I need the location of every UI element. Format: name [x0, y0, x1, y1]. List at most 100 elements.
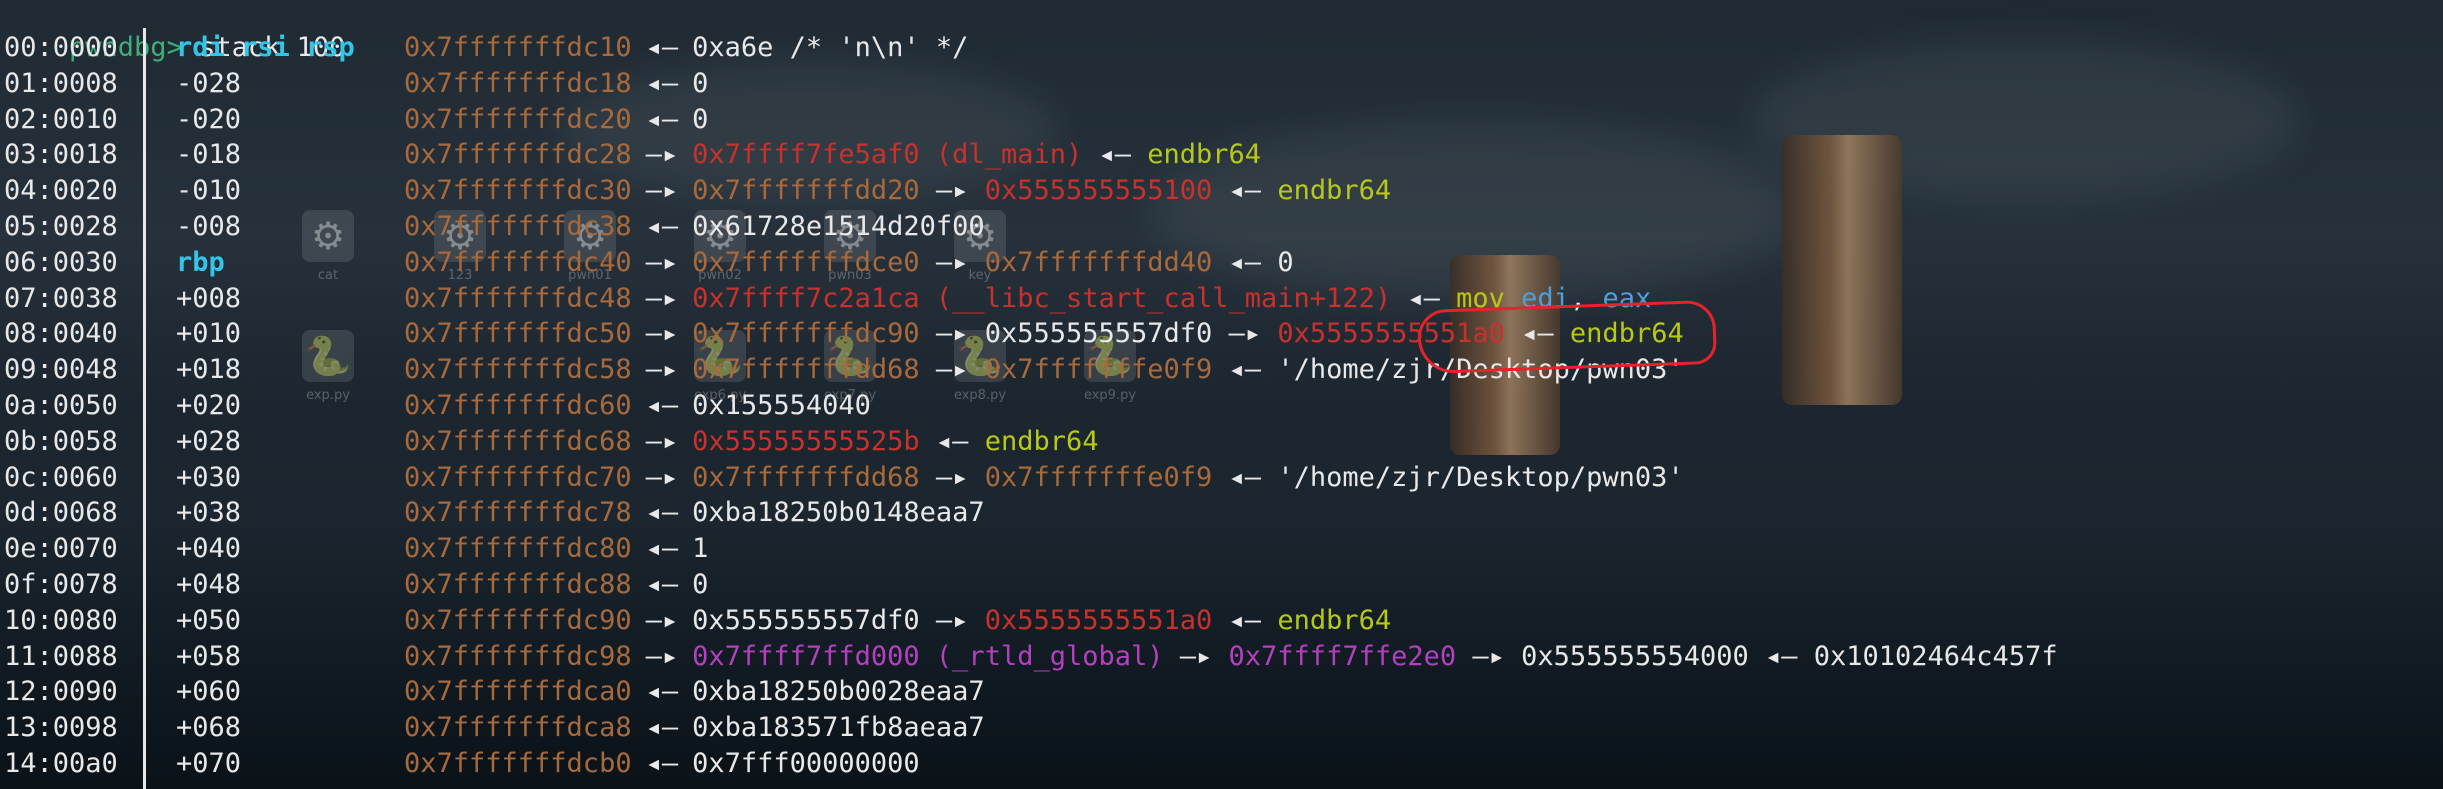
stack-row: 01:0008 -028 0x7fffffffdc18 ◂— 0	[4, 66, 708, 102]
stack-index: 0e:0070	[4, 533, 118, 565]
frame-offset: +070	[176, 748, 242, 779]
stack-index: 01:0008	[4, 67, 118, 99]
stack-value: —▸	[919, 246, 985, 278]
stack-value: 0x7fffffffe0f9	[984, 354, 1213, 386]
stack-value: 0x7fffffffdd68	[692, 354, 920, 386]
frame-offset: +050	[176, 604, 242, 636]
stack-address: 0x7fffffffdca0	[404, 676, 632, 708]
stack-index: 09:0048	[4, 354, 118, 386]
stack-value: 0x7fffffffdd40	[984, 246, 1213, 278]
stack-value: 0x7fffffffdce0	[692, 246, 920, 278]
pointer-arrow: ◂—	[645, 712, 679, 744]
stack-index: 11:0088	[4, 640, 118, 672]
stack-address: 0x7fffffffdc28	[404, 139, 632, 171]
frame-offset: +060	[176, 676, 242, 708]
stack-value: 0x10102464c457f	[1813, 640, 2058, 672]
stack-value: endbr64	[1277, 604, 1392, 636]
stack-index: 13:0098	[4, 712, 118, 744]
stack-value: 0x555555555100	[984, 175, 1213, 207]
stack-index: 08:0040	[4, 318, 118, 350]
stack-index: 03:0018	[4, 139, 118, 171]
stack-row: 07:0038 +008 0x7fffffffdc48 —▸ 0x7ffff7c2a1c…	[4, 281, 1651, 317]
pointer-arrow: ◂—	[645, 32, 679, 63]
pointer-arrow: ◂—	[645, 533, 679, 565]
stack-index: 0b:0058	[4, 425, 118, 457]
stack-row: 0d:0068 +038 0x7fffffffdc78 ◂— 0xba18250b014…	[4, 495, 985, 531]
stack-value: 0	[692, 67, 709, 99]
stack-value: —▸	[919, 604, 985, 636]
register-label: rbp	[176, 246, 225, 278]
frame-offset: +010	[176, 318, 242, 350]
frame-offset: +040	[176, 533, 242, 565]
pointer-arrow: —▸	[645, 604, 679, 636]
stack-row: 0e:0070 +040 0x7fffffffdc80 ◂— 1	[4, 531, 708, 567]
stack-value: —▸	[919, 175, 985, 207]
pointer-arrow: —▸	[645, 246, 679, 278]
stack-address: 0x7fffffffdc50	[404, 318, 632, 350]
stack-value: 0x555555557df0	[692, 604, 920, 636]
frame-offset: +038	[176, 497, 242, 529]
stack-index: 07:0038	[4, 282, 118, 314]
pointer-arrow: ◂—	[645, 390, 679, 421]
stack-row: 00:0000 rdi rsi rsp 0x7fffffffdc10 ◂— 0xa6e …	[4, 30, 968, 66]
stack-value: ◂—	[1212, 246, 1278, 278]
stack-value: 0	[692, 103, 709, 135]
terminal-window[interactable]: pwndbg> stack 100 00:0000 rdi rsi rsp 0x7f…	[0, 0, 2443, 789]
stack-row: 0c:0060 +030 0x7fffffffdc70 —▸ 0x7fffffffdd6…	[4, 460, 1684, 496]
pointer-arrow: —▸	[645, 318, 679, 350]
stack-row: 0b:0058 +028 0x7fffffffdc68 —▸ 0x55555555525…	[4, 424, 1099, 460]
stack-index: 00:0000	[4, 32, 118, 63]
stack-address: 0x7fffffffdc20	[404, 103, 632, 135]
stack-value: —▸	[919, 461, 985, 493]
pointer-arrow: ◂—	[645, 569, 679, 600]
stack-value: —▸	[919, 318, 985, 350]
stack-address: 0x7fffffffdc60	[404, 390, 632, 421]
stack-address: 0x7fffffffdc80	[404, 533, 632, 565]
pointer-arrow: ◂—	[645, 748, 679, 779]
stack-row: 12:0090 +060 0x7fffffffdca0 ◂— 0xba18250b002…	[4, 674, 985, 710]
stack-value: endbr64	[1277, 175, 1392, 207]
stack-address: 0x7fffffffdcb0	[404, 748, 632, 779]
stack-row: 0f:0078 +048 0x7fffffffdc88 ◂— 0	[4, 567, 708, 603]
frame-offset: -010	[176, 175, 242, 207]
stack-value: 0	[1277, 246, 1294, 278]
stack-index: 0f:0078	[4, 569, 118, 600]
pointer-arrow: ◂—	[645, 67, 679, 99]
stack-address: 0x7fffffffdc40	[404, 246, 632, 278]
stack-value: 0x555555554000	[1521, 640, 1749, 672]
stack-address: 0x7fffffffdc58	[404, 354, 632, 386]
stack-value: 0x61728e1514d20f00	[692, 211, 985, 242]
frame-offset: +030	[176, 461, 242, 493]
stack-index: 14:00a0	[4, 748, 118, 779]
stack-value: 0x7ffff7c2a1ca (__libc_start_call_main+1…	[692, 282, 1392, 314]
pointer-arrow: ◂—	[645, 497, 679, 529]
stack-value: —▸	[1456, 640, 1522, 672]
stack-row: 0a:0050 +020 0x7fffffffdc60 ◂— 0x155554040	[4, 388, 871, 424]
stack-value: endbr64	[1147, 139, 1262, 171]
stack-value: ◂—	[919, 425, 985, 457]
stack-value: 0x555555557df0	[984, 318, 1213, 350]
frame-offset: -028	[176, 67, 242, 99]
stack-value: 0xba18250b0148eaa7	[692, 497, 985, 529]
register-label: rdi rsi rsp	[176, 32, 355, 63]
stack-value: '/home/zjr/Desktop/pwn03'	[1277, 461, 1684, 493]
stack-address: 0x7fffffffdca8	[404, 712, 632, 744]
stack-row: 02:0010 -020 0x7fffffffdc20 ◂— 0	[4, 102, 708, 138]
frame-offset: -020	[176, 103, 242, 135]
stack-value: —▸	[919, 354, 985, 386]
red-annotation-circle	[1416, 299, 1718, 375]
stack-value: ◂—	[1212, 354, 1278, 386]
stack-value: 0x7fff00000000	[692, 748, 920, 779]
stack-index: 0a:0050	[4, 390, 118, 421]
stack-row: 04:0020 -010 0x7fffffffdc30 —▸ 0x7fffffffdd2…	[4, 173, 1391, 209]
stack-index: 04:0020	[4, 175, 118, 207]
stack-row: 11:0088 +058 0x7fffffffdc98 —▸ 0x7ffff7ffd00…	[4, 639, 2058, 675]
pointer-arrow: —▸	[645, 354, 679, 386]
stack-index: 10:0080	[4, 604, 118, 636]
stack-row: 14:00a0 +070 0x7fffffffdcb0 ◂— 0x7fff0000000…	[4, 746, 920, 782]
stack-row: 13:0098 +068 0x7fffffffdca8 ◂— 0xba183571fb8…	[4, 710, 985, 746]
stack-index: 06:0030	[4, 246, 118, 278]
frame-offset: +048	[176, 569, 242, 600]
pointer-arrow: —▸	[645, 640, 679, 672]
stack-value: —▸	[1163, 640, 1229, 672]
